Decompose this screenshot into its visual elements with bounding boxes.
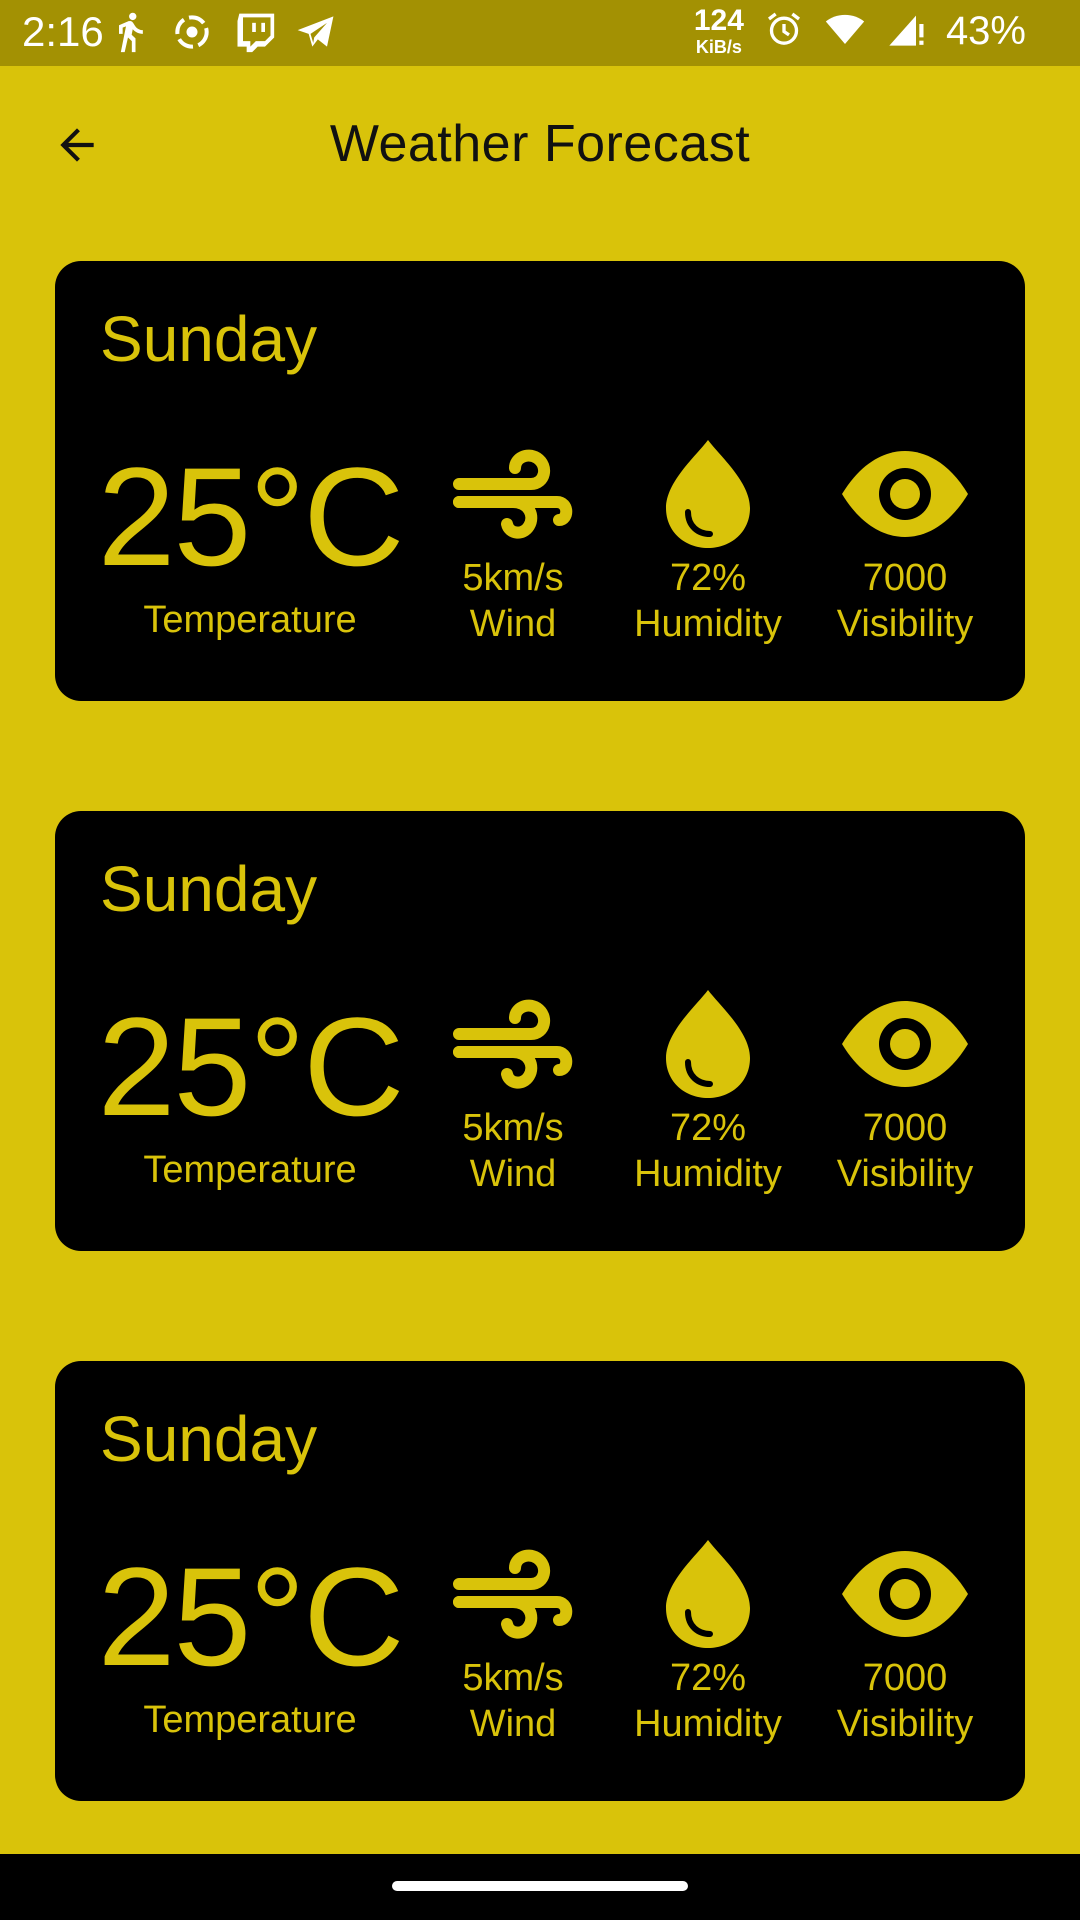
forecast-card[interactable]: Sunday 25°C Temperature 5km/s Wind 72% H… [55, 1361, 1025, 1801]
running-icon [108, 10, 152, 54]
forecast-day: Sunday [100, 303, 318, 375]
wind-value: 5km/s [462, 1657, 564, 1699]
wind-metric: 5km/s Wind [423, 1539, 603, 1747]
twitch-icon [232, 10, 276, 54]
temperature-label: Temperature [143, 1149, 357, 1191]
page-title: Weather Forecast [329, 115, 751, 173]
visibility-value: 7000 [862, 557, 948, 599]
forecast-day: Sunday [100, 853, 318, 925]
humidity-label: Humidity [634, 1703, 782, 1745]
temperature-value: 25°C [97, 438, 405, 595]
humidity-label: Humidity [634, 603, 782, 645]
temperature-block: 25°C Temperature [95, 997, 405, 1192]
water-drop-icon [618, 989, 798, 1099]
wind-label: Wind [469, 603, 557, 645]
status-right: 124 KiB/s 43% [693, 4, 1026, 57]
humidity-metric: 72% Humidity [618, 989, 798, 1197]
temperature-value: 25°C [97, 988, 405, 1145]
telegram-icon [294, 10, 338, 54]
temperature-block: 25°C Temperature [95, 1547, 405, 1742]
wifi-icon [824, 9, 866, 54]
humidity-value: 72% [669, 1657, 747, 1699]
wind-label: Wind [469, 1153, 557, 1195]
visibility-label: Visibility [836, 1153, 974, 1195]
humidity-label: Humidity [634, 1153, 782, 1195]
temperature-block: 25°C Temperature [95, 447, 405, 642]
temperature-value: 25°C [97, 1538, 405, 1695]
app-bar: Weather Forecast [0, 66, 1080, 222]
water-drop-icon [618, 439, 798, 549]
visibility-value: 7000 [862, 1657, 948, 1699]
temperature-label: Temperature [143, 1699, 357, 1741]
wind-metric: 5km/s Wind [423, 989, 603, 1197]
visibility-label: Visibility [836, 1703, 974, 1745]
visibility-label: Visibility [836, 603, 974, 645]
wind-value: 5km/s [462, 557, 564, 599]
cast-icon [170, 10, 214, 54]
eye-icon [815, 1539, 995, 1649]
forecast-day: Sunday [100, 1403, 318, 1475]
alarm-icon [764, 9, 804, 54]
status-left-icons [108, 10, 338, 54]
forecast-card[interactable]: Sunday 25°C Temperature 5km/s Wind 72% H… [55, 811, 1025, 1251]
forecast-card[interactable]: Sunday 25°C Temperature 5km/s Wind 72% H… [55, 261, 1025, 701]
visibility-metric: 7000 Visibility [815, 989, 995, 1197]
system-nav-bar [0, 1854, 1080, 1920]
visibility-value: 7000 [862, 1107, 948, 1149]
humidity-metric: 72% Humidity [618, 1539, 798, 1747]
battery-percent: 43% [945, 8, 1026, 53]
net-speed-unit: KiB/s [695, 37, 742, 57]
eye-icon [815, 989, 995, 1099]
wind-icon [423, 1539, 603, 1649]
home-gesture-handle[interactable] [392, 1881, 688, 1891]
wind-metric: 5km/s Wind [423, 439, 603, 647]
temperature-label: Temperature [143, 599, 357, 641]
signal-icon [886, 9, 926, 54]
visibility-metric: 7000 Visibility [815, 1539, 995, 1747]
humidity-metric: 72% Humidity [618, 439, 798, 647]
humidity-value: 72% [669, 557, 747, 599]
status-time: 2:16 [22, 8, 104, 55]
wind-label: Wind [469, 1703, 557, 1745]
water-drop-icon [618, 1539, 798, 1649]
wind-value: 5km/s [462, 1107, 564, 1149]
humidity-value: 72% [669, 1107, 747, 1149]
net-speed-value: 124 [693, 4, 744, 37]
net-speed: 124 KiB/s [693, 4, 744, 57]
wind-icon [423, 439, 603, 549]
status-bar: 2:16 124 KiB/s 43% [0, 0, 1080, 66]
eye-icon [815, 439, 995, 549]
visibility-metric: 7000 Visibility [815, 439, 995, 647]
wind-icon [423, 989, 603, 1099]
